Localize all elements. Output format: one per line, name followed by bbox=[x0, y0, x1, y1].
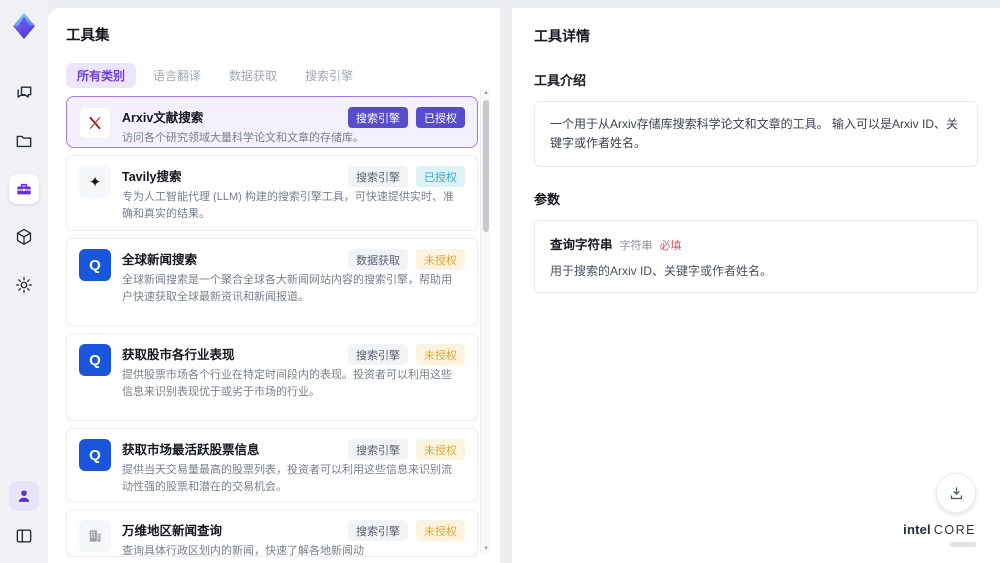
sidebar-rail bbox=[0, 0, 48, 563]
tool-list-panel: 工具集 所有类别 语言翻译 数据获取 搜索引擎 Arxiv文献搜索 访问各个研究… bbox=[48, 8, 500, 563]
arxiv-logo-icon bbox=[79, 107, 111, 139]
intel-core-sub-mark bbox=[950, 542, 976, 547]
user-icon[interactable] bbox=[9, 481, 39, 511]
intro-box: 一个用于从Arxiv存储库搜索科学论文和文章的工具。 输入可以是Arxiv ID… bbox=[534, 101, 978, 168]
tool-card-most-active-stocks[interactable]: Q 获取市场最活跃股票信息 提供当天交易量最高的股票列表，投资者可以利用这些信息… bbox=[66, 428, 478, 502]
param-box: 查询字符串 字符串 必填 用于搜索的Arxiv ID、关键字或作者姓名。 bbox=[534, 220, 978, 294]
scrollbar-thumb[interactable] bbox=[482, 100, 489, 232]
toolbox-icon[interactable] bbox=[9, 174, 39, 204]
tab-data-fetch[interactable]: 数据获取 bbox=[218, 63, 288, 88]
param-required-flag: 必填 bbox=[659, 240, 682, 253]
category-tabs: 所有类别 语言翻译 数据获取 搜索引擎 bbox=[66, 63, 500, 88]
param-type: 字符串 bbox=[619, 240, 653, 253]
auth-status-badge: 未授权 bbox=[416, 439, 465, 460]
news-app-icon: Q bbox=[79, 439, 111, 471]
tool-card-sector-performance[interactable]: Q 获取股市各行业表现 提供股票市场各个行业在特定时间段内的表现。投资者可以利用… bbox=[66, 333, 478, 421]
cube-icon[interactable] bbox=[9, 222, 39, 252]
tool-description: 提供当天交易量最高的股票列表，投资者可以利用这些信息来识别流动性强的股票和潜在的… bbox=[122, 464, 452, 494]
tool-card-tavily[interactable]: ✦ Tavily搜索 专为人工智能代理 (LLM) 构建的搜索引擎工具，可快速提… bbox=[66, 155, 478, 231]
building-icon bbox=[79, 520, 111, 552]
category-badge: 搜索引擎 bbox=[348, 520, 408, 541]
category-badge: 搜索引擎 bbox=[348, 344, 408, 365]
chat-icon[interactable] bbox=[9, 78, 39, 108]
category-badge: 搜索引擎 bbox=[348, 107, 408, 128]
tool-detail-panel: 工具详情 工具介绍 一个用于从Arxiv存储库搜索科学论文和文章的工具。 输入可… bbox=[512, 8, 1000, 563]
scroll-up-arrow-icon[interactable]: ▲ bbox=[481, 88, 491, 98]
param-name: 查询字符串 bbox=[550, 238, 613, 253]
tool-description: 访问各个研究领域大量科学论文和文章的存储库。 bbox=[122, 132, 364, 144]
category-badge: 搜索引擎 bbox=[348, 166, 408, 187]
app-logo-icon bbox=[10, 12, 38, 40]
tool-description: 专为人工智能代理 (LLM) 构建的搜索引擎工具，可快速提供实时、准确和真实的结… bbox=[122, 191, 454, 221]
detail-title: 工具详情 bbox=[534, 28, 590, 44]
tab-language-translation[interactable]: 语言翻译 bbox=[142, 63, 212, 88]
tab-all-categories[interactable]: 所有类别 bbox=[66, 63, 137, 88]
tool-description: 提供股票市场各个行业在特定时间段内的表现。投资者可以利用这些信息来识别表现优于或… bbox=[122, 369, 452, 399]
intro-text: 一个用于从Arxiv存储库搜索科学论文和文章的工具。 输入可以是Arxiv ID… bbox=[550, 117, 959, 151]
auth-status-badge: 已授权 bbox=[416, 107, 465, 128]
page-title: 工具集 bbox=[66, 28, 110, 44]
star-icon: ✦ bbox=[79, 166, 111, 198]
param-description: 用于搜索的Arxiv ID、关键字或作者姓名。 bbox=[550, 264, 773, 279]
tool-card-arxiv[interactable]: Arxiv文献搜索 访问各个研究领域大量科学论文和文章的存储库。 搜索引擎 已授… bbox=[66, 96, 478, 148]
core-text: CORE bbox=[933, 523, 976, 537]
auth-status-badge: 未授权 bbox=[416, 344, 465, 365]
intro-heading: 工具介绍 bbox=[534, 73, 587, 88]
params-heading: 参数 bbox=[534, 192, 561, 208]
category-badge: 数据获取 bbox=[348, 249, 408, 270]
settings-gear-icon[interactable] bbox=[9, 270, 39, 300]
category-badge: 搜索引擎 bbox=[348, 439, 408, 460]
news-app-icon: Q bbox=[79, 249, 111, 281]
tool-list: Arxiv文献搜索 访问各个研究领域大量科学论文和文章的存储库。 搜索引擎 已授… bbox=[66, 96, 478, 557]
auth-status-badge: 未授权 bbox=[416, 249, 465, 270]
sidebar-nav bbox=[9, 78, 39, 300]
tool-description: 全球新闻搜索是一个聚合全球各大新闻网站内容的搜索引擎，帮助用户快速获取全球最新资… bbox=[122, 274, 452, 304]
panel-toggle-icon[interactable] bbox=[9, 521, 39, 551]
folder-icon[interactable] bbox=[9, 126, 39, 156]
download-button[interactable] bbox=[936, 473, 976, 513]
news-app-icon: Q bbox=[79, 344, 111, 376]
intel-text: intel bbox=[903, 522, 931, 537]
scroll-down-arrow-icon[interactable]: ▼ bbox=[481, 544, 491, 554]
tab-search-engine[interactable]: 搜索引擎 bbox=[294, 63, 364, 88]
auth-status-badge: 未授权 bbox=[416, 520, 465, 541]
auth-status-badge: 已授权 bbox=[416, 166, 465, 187]
list-scrollbar[interactable]: ▲ ▼ bbox=[480, 88, 490, 554]
tool-description: 查询具体行政区划内的新闻，快速了解各地新闻动 bbox=[122, 545, 364, 557]
tool-card-regional-news[interactable]: 万维地区新闻查询 查询具体行政区划内的新闻，快速了解各地新闻动 搜索引擎 未授权 bbox=[66, 509, 478, 557]
tool-card-global-news[interactable]: Q 全球新闻搜索 全球新闻搜索是一个聚合全球各大新闻网站内容的搜索引擎，帮助用户… bbox=[66, 238, 478, 326]
intel-core-logo: intel CORE bbox=[903, 522, 976, 547]
